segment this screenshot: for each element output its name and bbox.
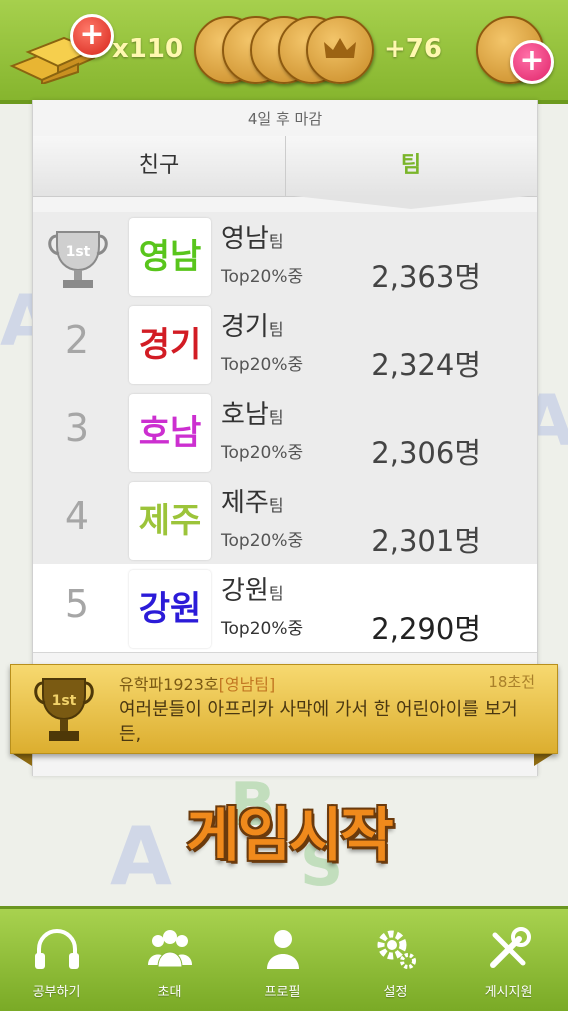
banner-fold <box>10 752 32 766</box>
ranking-row[interactable]: 1st 영남 영남팀 Top20%중 2,363명 <box>33 212 537 301</box>
team-score: 2,301명 <box>371 524 481 558</box>
tab-friends[interactable]: 친구 <box>33 136 286 196</box>
svg-text:1st: 1st <box>66 244 91 260</box>
nav-settings[interactable]: 설정 <box>339 909 452 1011</box>
nav-label: 게시지원 <box>484 985 533 1000</box>
top-bar: + x110 +76 + <box>0 0 568 104</box>
rank-number: 3 <box>64 406 90 450</box>
people-icon <box>148 930 192 968</box>
ranking-tabs: 친구 팀 <box>33 136 537 197</box>
team-name: 제주팀 <box>221 488 284 518</box>
trophy-icon: 1st <box>48 231 108 288</box>
rank-number: 4 <box>64 494 90 538</box>
rank-number: 5 <box>64 582 90 626</box>
crown-icon <box>324 38 356 58</box>
nav-label: 설정 <box>383 985 408 1000</box>
bottom-nav: 공부하기 초대 프로필 설정 게시지원 <box>0 906 568 1011</box>
nav-support[interactable]: 게시지원 <box>452 909 565 1011</box>
gold-count: x110 <box>112 34 184 64</box>
team-logo: 강원 <box>129 570 211 648</box>
team-logo: 호남 <box>129 394 211 472</box>
profile-icon <box>267 930 299 969</box>
svg-text:1st: 1st <box>52 693 77 709</box>
top-percent-label: Top20%중 <box>221 531 304 551</box>
coin-icon <box>306 16 374 84</box>
game-start-button[interactable]: 게임시작 <box>164 792 414 878</box>
tab-team[interactable]: 팀 <box>285 136 537 196</box>
nav-study[interactable]: 공부하기 <box>0 909 113 1011</box>
team-name: 영남팀 <box>221 224 284 254</box>
nav-label: 초대 <box>157 985 182 1000</box>
top-percent-label: Top20%중 <box>221 619 304 639</box>
notice-time: 18초전 <box>488 673 535 691</box>
top-percent-label: Top20%중 <box>221 267 304 287</box>
team-name: 호남팀 <box>221 400 284 430</box>
team-score: 2,324명 <box>371 348 481 382</box>
tools-icon <box>490 927 531 968</box>
headphones-icon <box>35 929 79 969</box>
coin-count: +76 <box>384 34 442 64</box>
ranking-row[interactable]: 4 제주 제주팀 Top20%중 2,301명 <box>33 476 537 565</box>
add-gold-button[interactable]: + <box>70 14 114 58</box>
background-letter: A <box>110 810 172 903</box>
notice-message: 여러분들이 아프리카 사막에 가서 한 어린아이를 보거든, <box>119 699 518 745</box>
ranking-row[interactable]: 3 호남 호남팀 Top20%중 2,306명 <box>33 388 537 477</box>
deadline-label: 4일 후 마감 <box>247 110 323 128</box>
tab-pointer <box>285 195 537 209</box>
nav-invite[interactable]: 초대 <box>113 909 226 1011</box>
top-team-notice[interactable]: 1st 유학파1923호[영남팀] 18초전 여러분들이 아프리카 사막에 가서… <box>10 664 558 754</box>
nav-label: 프로필 <box>264 985 301 1000</box>
nav-profile[interactable]: 프로필 <box>226 909 339 1011</box>
gear-icon <box>377 930 416 969</box>
trophy-icon: 1st <box>34 678 94 741</box>
ranking-row[interactable]: 2 경기 경기팀 Top20%중 2,324명 <box>33 300 537 389</box>
team-score: 2,363명 <box>371 260 481 294</box>
team-logo: 영남 <box>129 218 211 296</box>
notice-user: 유학파1923호[영남팀] <box>119 675 276 694</box>
team-score: 2,290명 <box>371 612 481 646</box>
team-logo: 경기 <box>129 306 211 384</box>
ranking-row-my-team[interactable]: 5 강원 강원팀 Top20%중 2,290명 <box>33 564 537 653</box>
top-percent-label: Top20%중 <box>221 355 304 375</box>
banner-fold <box>534 752 556 766</box>
team-logo: 제주 <box>129 482 211 560</box>
team-name: 경기팀 <box>221 312 284 342</box>
team-score: 2,306명 <box>371 436 481 470</box>
add-coin-button[interactable]: + <box>510 40 554 84</box>
top-percent-label: Top20%중 <box>221 443 304 463</box>
team-name: 강원팀 <box>221 576 284 606</box>
nav-label: 공부하기 <box>32 985 81 1000</box>
rank-number: 2 <box>64 318 90 362</box>
